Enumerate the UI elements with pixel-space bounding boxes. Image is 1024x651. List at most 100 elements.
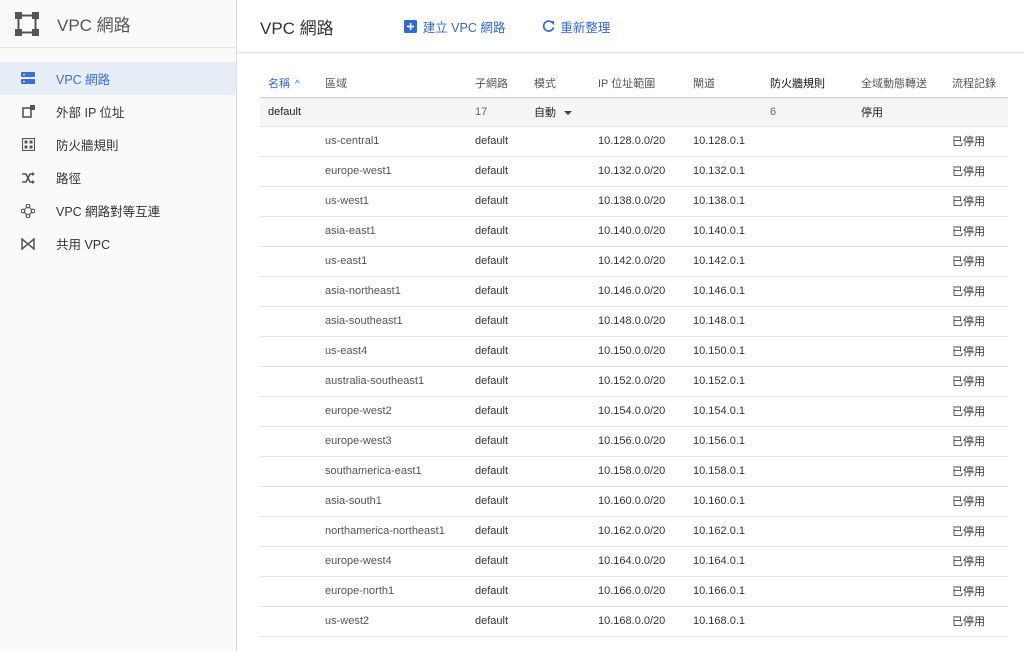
subnet-ip-range: 10.142.0.0/20 bbox=[598, 246, 693, 277]
subnet-flow-logs-status: 已停用 bbox=[952, 306, 1008, 337]
subnet-name-link[interactable]: default bbox=[475, 246, 534, 277]
subnet-row[interactable]: us-west2 default 10.168.0.0/20 10.168.0.1 已停… bbox=[260, 606, 1008, 637]
sidebar-item-vpc-networks[interactable]: VPC 網路 bbox=[0, 62, 236, 95]
subnet-name-link[interactable]: default bbox=[475, 606, 534, 637]
subnet-name-spacer bbox=[260, 486, 325, 517]
subnet-gateway: 10.146.0.1 bbox=[693, 276, 770, 307]
subnet-ip-range: 10.138.0.0/20 bbox=[598, 186, 693, 217]
subnet-name-link[interactable]: default bbox=[475, 186, 534, 217]
subnet-row[interactable]: asia-southeast1 default 10.148.0.0/20 10.14… bbox=[260, 306, 1008, 337]
subnet-gateway: 10.150.0.1 bbox=[693, 336, 770, 367]
subnet-row[interactable]: europe-west1 default 10.132.0.0/20 10.132.0… bbox=[260, 156, 1008, 187]
column-header-name[interactable]: 名稱 ^ bbox=[260, 70, 325, 98]
subnet-name-link[interactable]: default bbox=[475, 396, 534, 427]
subnet-name-link[interactable]: default bbox=[475, 276, 534, 307]
subnet-row[interactable]: northamerica-northeast1 default 10.162.0.0… bbox=[260, 516, 1008, 547]
subnet-row[interactable]: us-east4 default 10.150.0.0/20 10.150.0.1 已停… bbox=[260, 336, 1008, 367]
subnet-flow-logs-status: 已停用 bbox=[952, 156, 1008, 187]
subnet-firewall-cell bbox=[770, 576, 861, 607]
subnet-row[interactable]: europe-north1 default 10.166.0.0/20 10.166.… bbox=[260, 576, 1008, 607]
sidebar-item-shared-vpc[interactable]: 共用 VPC bbox=[0, 227, 236, 260]
mode-dropdown[interactable]: 自動 bbox=[534, 97, 598, 127]
external-ip-icon bbox=[20, 104, 36, 120]
subnet-name-link[interactable]: default bbox=[475, 126, 534, 157]
sidebar-nav: VPC 網路 外部 IP 位址 防火牆規則 路徑 VPC 網路對等互連 共用 V… bbox=[0, 48, 236, 260]
column-header-region[interactable]: 區域 bbox=[325, 70, 475, 98]
subnet-row[interactable]: southamerica-east1 default 10.158.0.0/20 10… bbox=[260, 456, 1008, 487]
subnet-ip-range: 10.154.0.0/20 bbox=[598, 396, 693, 427]
create-vpc-network-label: 建立 VPC 網路 bbox=[422, 20, 506, 35]
add-box-icon bbox=[404, 19, 418, 33]
subnet-flow-logs-status: 已停用 bbox=[952, 186, 1008, 217]
subnet-name-link[interactable]: default bbox=[475, 576, 534, 607]
mode-value: 自動 bbox=[534, 106, 556, 119]
subnet-row[interactable]: europe-west2 default 10.154.0.0/20 10.154.0… bbox=[260, 396, 1008, 427]
subnet-row[interactable]: australia-southeast1 default 10.152.0.0/20… bbox=[260, 366, 1008, 397]
subnet-mode-cell bbox=[534, 336, 598, 367]
subnet-row[interactable]: us-west1 default 10.138.0.0/20 10.138.0.1 已停… bbox=[260, 186, 1008, 217]
subnet-name-link[interactable]: default bbox=[475, 426, 534, 457]
subnet-ip-range: 10.146.0.0/20 bbox=[598, 276, 693, 307]
network-name-link[interactable]: default bbox=[260, 97, 325, 127]
subnet-row[interactable]: europe-west3 default 10.156.0.0/20 10.156.0… bbox=[260, 426, 1008, 457]
subnet-region: europe-west2 bbox=[325, 396, 475, 427]
subnet-global-routing-cell bbox=[861, 336, 952, 367]
column-header-label: 名稱 bbox=[268, 78, 290, 91]
column-header-gateway[interactable]: 閘道 bbox=[693, 70, 770, 98]
subnet-name-link[interactable]: default bbox=[475, 546, 534, 577]
subnet-gateway: 10.168.0.1 bbox=[693, 606, 770, 637]
create-vpc-network-button[interactable]: 建立 VPC 網路 bbox=[404, 17, 506, 36]
subnet-name-link[interactable]: default bbox=[475, 306, 534, 337]
column-header-ip-range[interactable]: IP 位址範圍 bbox=[598, 70, 693, 98]
subnet-name-link[interactable]: default bbox=[475, 486, 534, 517]
subnet-gateway: 10.162.0.1 bbox=[693, 516, 770, 547]
subnet-name-spacer bbox=[260, 396, 325, 427]
subnet-row[interactable]: europe-west4 default 10.164.0.0/20 10.164.0… bbox=[260, 546, 1008, 577]
sidebar-item-vpc-peering[interactable]: VPC 網路對等互連 bbox=[0, 194, 236, 227]
column-header-mode[interactable]: 模式 bbox=[534, 70, 598, 98]
subnet-flow-logs-status: 已停用 bbox=[952, 426, 1008, 457]
subnet-ip-range: 10.148.0.0/20 bbox=[598, 306, 693, 337]
subnet-name-link[interactable]: default bbox=[475, 366, 534, 397]
subnet-name-link[interactable]: default bbox=[475, 216, 534, 247]
subnet-ip-range: 10.164.0.0/20 bbox=[598, 546, 693, 577]
subnet-firewall-cell bbox=[770, 156, 861, 187]
subnet-ip-range: 10.140.0.0/20 bbox=[598, 216, 693, 247]
subnet-mode-cell bbox=[534, 546, 598, 577]
subnet-ip-range: 10.128.0.0/20 bbox=[598, 126, 693, 157]
refresh-button[interactable]: 重新整理 bbox=[541, 17, 610, 36]
subnet-gateway: 10.148.0.1 bbox=[693, 306, 770, 337]
page-title: VPC 網路 bbox=[260, 18, 334, 38]
refresh-icon bbox=[541, 19, 555, 33]
subnet-region: europe-west1 bbox=[325, 156, 475, 187]
subnet-name-link[interactable]: default bbox=[475, 156, 534, 187]
subnet-name-spacer bbox=[260, 306, 325, 337]
subnet-name-link[interactable]: default bbox=[475, 336, 534, 367]
column-header-global-routing[interactable]: 全域動態轉送 bbox=[861, 70, 952, 98]
subnet-name-link[interactable]: default bbox=[475, 456, 534, 487]
sidebar-item-routes[interactable]: 路徑 bbox=[0, 161, 236, 194]
subnet-gateway: 10.156.0.1 bbox=[693, 426, 770, 457]
sidebar-item-external-ip[interactable]: 外部 IP 位址 bbox=[0, 95, 236, 128]
network-row-default[interactable]: default 17 自動 6 停用 bbox=[260, 97, 1008, 127]
subnet-row[interactable]: us-central1 default 10.128.0.0/20 10.128.0.… bbox=[260, 126, 1008, 157]
subnet-gateway: 10.152.0.1 bbox=[693, 366, 770, 397]
subnet-flow-logs-status: 已停用 bbox=[952, 486, 1008, 517]
subnet-row[interactable]: asia-northeast1 default 10.146.0.0/20 10.14… bbox=[260, 276, 1008, 307]
column-header-flow-logs[interactable]: 流程記錄 bbox=[952, 70, 1008, 98]
subnet-row[interactable]: us-east1 default 10.142.0.0/20 10.142.0.1 已停… bbox=[260, 246, 1008, 277]
subnet-name-link[interactable]: default bbox=[475, 516, 534, 547]
subnet-global-routing-cell bbox=[861, 426, 952, 457]
network-firewall-rules-count[interactable]: 6 bbox=[770, 97, 861, 127]
subnet-firewall-cell bbox=[770, 366, 861, 397]
firewall-icon bbox=[20, 137, 36, 153]
sidebar-item-firewall[interactable]: 防火牆規則 bbox=[0, 128, 236, 161]
subnet-row[interactable]: asia-east1 default 10.140.0.0/20 10.140.0.1… bbox=[260, 216, 1008, 247]
subnet-flow-logs-status: 已停用 bbox=[952, 246, 1008, 277]
subnet-flow-logs-status: 已停用 bbox=[952, 396, 1008, 427]
subnet-row[interactable]: asia-south1 default 10.160.0.0/20 10.160.0.… bbox=[260, 486, 1008, 517]
column-header-firewall-rules[interactable]: 防火牆規則 bbox=[770, 70, 861, 98]
column-header-subnets[interactable]: 子網路 bbox=[475, 70, 534, 98]
subnet-global-routing-cell bbox=[861, 306, 952, 337]
subnet-global-routing-cell bbox=[861, 366, 952, 397]
